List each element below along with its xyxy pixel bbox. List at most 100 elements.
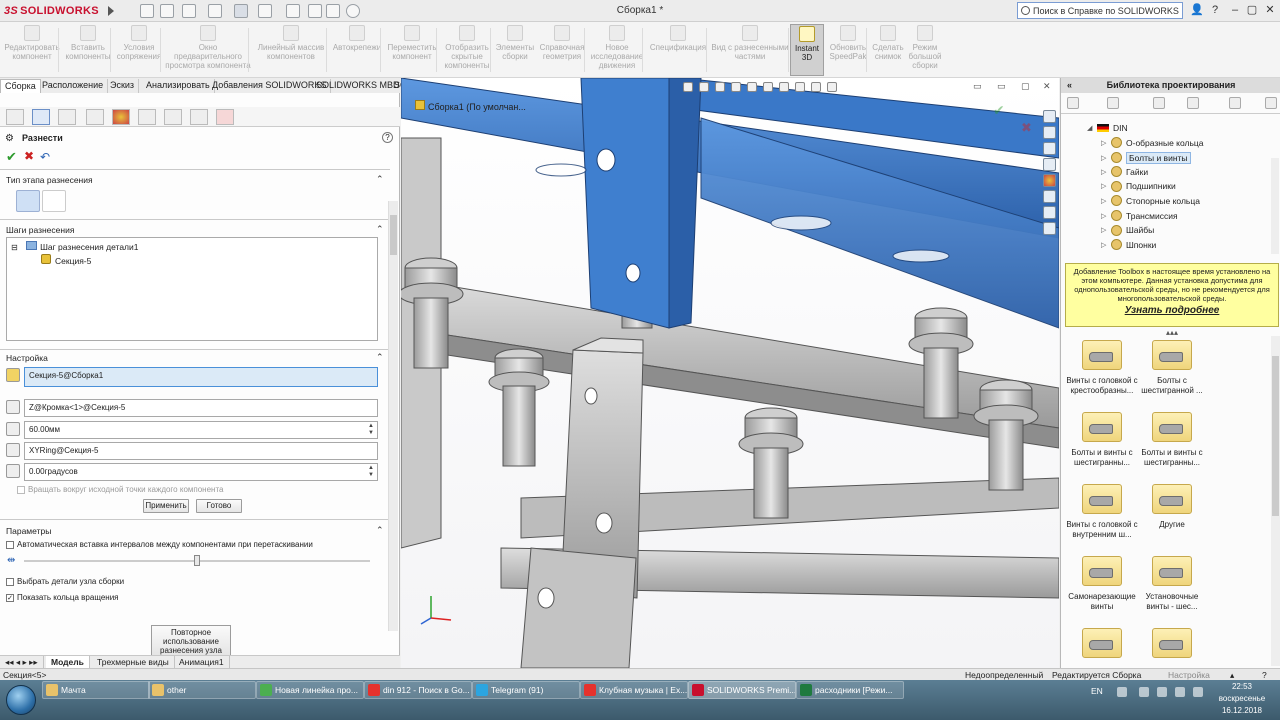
home-icon[interactable] (140, 4, 154, 18)
cancel-button[interactable]: ✖ (24, 149, 34, 163)
cmd-motion-study-button[interactable]: Новое исследование движения (588, 24, 646, 76)
expand-icon[interactable]: ▷ (1101, 168, 1111, 176)
direction-arrow-icon[interactable] (6, 400, 20, 414)
scrollbar-thumb[interactable] (390, 215, 397, 255)
component-selection-field[interactable]: Секция-5@Сборка1 (24, 367, 378, 387)
done-button[interactable]: Готово (196, 499, 242, 513)
taskbar-item[interactable]: расходники [Режи... (796, 681, 904, 699)
create-folder-icon[interactable] (1229, 97, 1241, 109)
angle-input[interactable]: 0.00градусов ▲ ▼ (24, 463, 378, 481)
library-folder[interactable]: Винты с головкой с крестообразны... (1065, 340, 1139, 396)
collapse-settings-icon[interactable]: ⌃ (376, 352, 384, 363)
minimize-button[interactable]: – (1228, 3, 1242, 17)
zoom-to-fit-icon[interactable] (683, 82, 693, 92)
tab-1[interactable]: Расположение (38, 79, 109, 93)
status-help-icon[interactable]: ? (1262, 670, 1267, 680)
cmd-bom-button[interactable]: Спецификация (646, 24, 710, 76)
back-icon[interactable] (1067, 97, 1079, 109)
graphics-area[interactable]: Сборка1 (По умолчан... ▭ ▭ ▢ ✕ ✔ ✖ (401, 78, 1059, 668)
direction-field[interactable]: Z@Кромка<1>@Секция-5 (24, 399, 378, 417)
help-search-input[interactable]: Поиск в Справке по SOLIDWORKS (1017, 2, 1183, 19)
expand-icon[interactable]: ▷ (1101, 182, 1111, 190)
select-subassembly-parts-checkbox[interactable] (6, 578, 14, 586)
cam-tree-icon[interactable] (1043, 222, 1056, 235)
tab-nav-arrows[interactable]: ◂◂ ◂ ▸ ▸▸ (0, 656, 44, 668)
solidworks-forum-icon[interactable] (1043, 206, 1056, 219)
print-icon[interactable] (234, 4, 248, 18)
library-tree-item[interactable]: ▷ Подшипники (1101, 180, 1176, 192)
previous-view-icon[interactable] (715, 82, 725, 92)
explode-steps-list[interactable]: ⊟ Шаг разнесения детали1 Секция-5 (6, 237, 378, 341)
splitter-grip[interactable]: ▴▴▴ (1166, 328, 1178, 337)
apply-scene-icon[interactable] (811, 82, 821, 92)
rotation-axis-field[interactable]: XYRing@Секция-5 (24, 442, 378, 460)
cmd-reference-geometry-button[interactable]: Справочная геометрия (536, 24, 588, 76)
library-folder[interactable]: Болты с шестигранной ... (1135, 340, 1209, 396)
taskbar-item[interactable]: other (148, 681, 256, 699)
distance-input[interactable]: 60.00мм ▲ ▼ (24, 421, 378, 439)
inspection-tab[interactable] (216, 109, 234, 125)
file-properties-icon[interactable] (326, 4, 340, 18)
cmd-speedpak-button[interactable]: Обновить SpeedPak (826, 24, 870, 76)
view-orientation-icon[interactable] (747, 82, 757, 92)
cmd-assembly-features-button[interactable]: Элементы сборки (494, 24, 536, 76)
vp-close-button[interactable]: ✕ (1043, 81, 1051, 92)
language-indicator[interactable]: EN (1091, 686, 1103, 696)
cmd-mate-button[interactable]: Условия сопряжения (114, 24, 164, 76)
onedrive-tray-icon[interactable] (1175, 687, 1185, 697)
scrollbar-thumb[interactable] (1272, 356, 1279, 516)
dimxpert-tab[interactable] (86, 109, 104, 125)
rotate-about-origin-checkbox[interactable] (17, 486, 25, 494)
bottom-tab-1[interactable]: Трехмерные виды (92, 656, 175, 668)
select-arrow-icon[interactable] (286, 4, 300, 18)
save-icon[interactable] (208, 4, 222, 18)
library-root-din[interactable]: ◢ DIN (1087, 123, 1128, 133)
viewport-tree-label[interactable]: Сборка1 (По умолчан... (415, 100, 526, 112)
expand-icon[interactable]: ▷ (1101, 226, 1111, 234)
file-explorer-icon[interactable] (1043, 142, 1056, 155)
cmd-move-component-button[interactable]: Переместить компонент (384, 24, 440, 76)
collapse-steps-icon[interactable]: ⌃ (376, 224, 384, 235)
open-folder-icon[interactable] (182, 4, 196, 18)
cmd-show-hidden-button[interactable]: Отобразить скрытые компоненты (440, 24, 494, 76)
rotation-axis-icon[interactable] (6, 443, 20, 457)
library-tree-item[interactable]: ▷ Гайки (1101, 166, 1148, 178)
library-folder[interactable]: Самонарезающие винты (1065, 556, 1139, 612)
display-manager-tab[interactable] (112, 109, 130, 125)
undo-button[interactable]: ↶ (40, 150, 50, 164)
appearances-icon[interactable] (1043, 174, 1056, 187)
expand-icon[interactable]: ▷ (1101, 197, 1111, 205)
add-to-library-icon[interactable] (1153, 97, 1165, 109)
confirmation-ok-icon[interactable]: ✔ (993, 102, 1005, 119)
undo-icon[interactable] (258, 4, 272, 18)
tab-2[interactable]: Эскиз (106, 79, 140, 93)
auto-space-checkbox[interactable] (6, 541, 14, 549)
taskbar-item[interactable]: Клубная музыка | Ex... (580, 681, 688, 699)
clock[interactable]: 22:53 воскресенье 16.12.2018 (1208, 681, 1276, 717)
expand-icon[interactable]: ▷ (1101, 139, 1111, 147)
refresh-icon[interactable] (1265, 97, 1277, 109)
solidworks-logo[interactable]: 3S SOLIDWORKS (4, 3, 99, 19)
tree-step-row[interactable]: ⊟ Шаг разнесения детали1 (11, 241, 138, 252)
library-tree-item[interactable]: ▷ Стопорные кольца (1101, 195, 1200, 207)
expand-icon[interactable]: ▷ (1101, 212, 1111, 220)
regular-step-icon[interactable] (16, 190, 40, 212)
design-library-icon[interactable] (1043, 126, 1056, 139)
property-manager-tab[interactable] (32, 109, 50, 125)
help-tray-icon[interactable] (1117, 687, 1127, 697)
taskbar-item[interactable]: din 912 - Поиск в Go... (364, 681, 472, 699)
status-custom[interactable]: Настройка (1168, 670, 1210, 680)
help-icon[interactable]: ? (382, 132, 393, 143)
angle-spinner[interactable]: ▲ ▼ (368, 465, 374, 479)
cmd-preview-window-button[interactable]: Окно предварительного просмотра компонен… (164, 24, 252, 76)
collapse-step-type-icon[interactable]: ⌃ (376, 174, 384, 185)
start-button[interactable] (6, 685, 36, 715)
library-folder[interactable]: Винты с головкой с внутренним ш... (1065, 484, 1139, 540)
section-view-icon[interactable] (731, 82, 741, 92)
cmd-edit-component-button[interactable]: Редактировать компонент (2, 24, 62, 76)
tree-component-row[interactable]: Секция-5 (41, 254, 91, 266)
radial-step-icon[interactable] (42, 190, 66, 212)
library-folder[interactable]: Другие (1135, 484, 1209, 530)
flag-tray-icon[interactable] (1157, 687, 1167, 697)
vp-maximize-button[interactable]: ▢ (1021, 81, 1030, 92)
